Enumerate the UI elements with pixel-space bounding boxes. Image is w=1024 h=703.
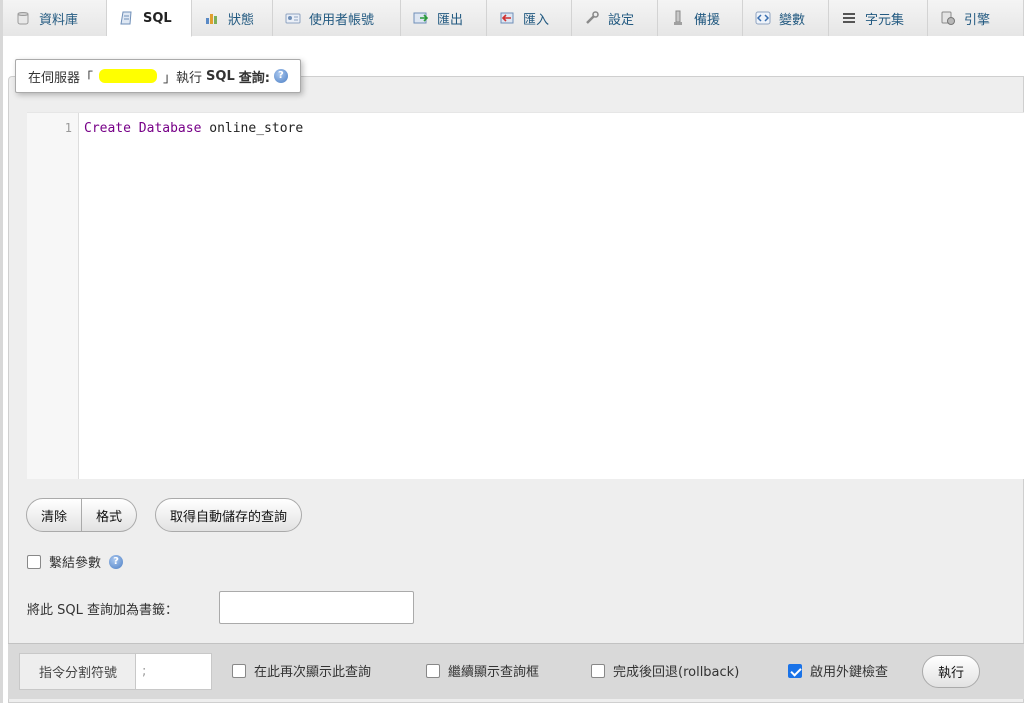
retain-query-box-option[interactable]: 繼續顯示查詢框 (426, 661, 539, 680)
legend-sql: SQL (206, 68, 235, 84)
tab-charsets[interactable]: 字元集 (829, 0, 928, 36)
tab-label: 設定 (608, 12, 635, 28)
line-number: 1 (64, 121, 72, 135)
show-query-again-checkbox[interactable] (232, 663, 246, 678)
variables-icon (755, 10, 771, 26)
tab-databases[interactable]: 資料庫 (3, 0, 107, 36)
bind-parameters-row: 繫結參數 ? (27, 552, 124, 571)
foreign-key-checks-checkbox[interactable] (788, 663, 802, 678)
wrench-icon (584, 10, 600, 26)
tab-export[interactable]: 匯出 (401, 0, 487, 36)
user-accounts-icon (285, 10, 301, 26)
status-chart-icon (204, 10, 220, 26)
bookmark-label: 將此 SQL 查詢加為書籤： (27, 602, 178, 618)
sql-query-legend: 在伺服器「 」執行 SQL 查詢: ? (15, 59, 301, 93)
format-button[interactable]: 格式 (82, 498, 138, 532)
redacted-server-name (99, 69, 158, 83)
legend-suffix: 」執行 (163, 70, 203, 86)
bind-parameters-label: 繫結參數 (49, 556, 102, 571)
tab-status[interactable]: 狀態 (192, 0, 273, 36)
retain-query-box-checkbox[interactable] (426, 663, 440, 678)
tab-variables[interactable]: 變數 (743, 0, 829, 36)
replication-icon (670, 10, 686, 26)
identifier: online_store (209, 121, 304, 136)
editor-button-group: 清除 格式 (26, 498, 138, 532)
tab-sql[interactable]: SQL (107, 0, 192, 37)
line-number-gutter: 1 (27, 113, 79, 479)
foreign-key-checks-option[interactable]: 啟用外鍵檢查 (788, 661, 888, 680)
rollback-label: 完成後回退(rollback) (613, 665, 740, 680)
bind-parameters-checkbox[interactable] (27, 554, 41, 569)
tab-label: 變數 (779, 12, 806, 28)
legend-prefix: 在伺服器「 (28, 70, 94, 86)
rollback-option[interactable]: 完成後回退(rollback) (591, 661, 739, 680)
help-icon[interactable]: ? (109, 554, 124, 569)
keyword-database: Database (138, 121, 202, 136)
show-query-again-label: 在此再次顯示此查詢 (254, 665, 372, 680)
tab-label: 匯出 (437, 12, 464, 28)
tab-label: 字元集 (865, 12, 905, 28)
tab-settings[interactable]: 設定 (572, 0, 658, 36)
tab-import[interactable]: 匯入 (487, 0, 572, 36)
keyword-create: Create (84, 121, 131, 136)
engines-icon (940, 10, 956, 26)
sql-editor[interactable]: 1 Create Database online_store (27, 112, 1024, 479)
charset-icon (841, 10, 857, 26)
show-query-again-option[interactable]: 在此再次顯示此查詢 (232, 661, 371, 680)
go-button[interactable]: 執行 (922, 655, 981, 688)
rollback-checkbox[interactable] (591, 663, 605, 678)
sql-code-line[interactable]: Create Database online_store (84, 121, 303, 136)
clear-button[interactable]: 清除 (26, 498, 83, 532)
tab-replication[interactable]: 備援 (658, 0, 743, 36)
left-frame-edge (0, 0, 3, 703)
tab-engines[interactable]: 引擎 (928, 0, 1024, 36)
tab-label: 引擎 (964, 12, 991, 28)
sql-icon (119, 10, 135, 26)
get-autosaved-query-button[interactable]: 取得自動儲存的查詢 (155, 498, 303, 532)
tab-label: 匯入 (523, 12, 550, 28)
database-icon (15, 10, 31, 26)
tab-user-accounts[interactable]: 使用者帳號 (273, 0, 401, 36)
bookmark-row: 將此 SQL 查詢加為書籤： (27, 592, 178, 624)
legend-query: 查詢: (238, 70, 270, 86)
delimiter-input[interactable]: ; (135, 653, 212, 690)
foreign-key-checks-label: 啟用外鍵檢查 (810, 665, 889, 680)
help-icon[interactable]: ? (273, 69, 288, 83)
top-menu-tabs: 資料庫 SQL 狀態 使用者帳號 匯出 匯入 設定 備援 變數 字元集 引擎 (3, 0, 1024, 37)
delimiter-label: 指令分割符號 (19, 653, 136, 690)
tab-label: 資料庫 (39, 12, 79, 28)
tab-label: 狀態 (228, 12, 255, 28)
retain-query-box-label: 繼續顯示查詢框 (448, 665, 540, 680)
tab-label: SQL (143, 10, 172, 26)
tab-label: 備援 (694, 12, 721, 28)
tab-label: 使用者帳號 (309, 12, 375, 28)
export-icon (413, 10, 429, 26)
bookmark-input[interactable] (219, 591, 414, 624)
import-icon (499, 10, 515, 26)
